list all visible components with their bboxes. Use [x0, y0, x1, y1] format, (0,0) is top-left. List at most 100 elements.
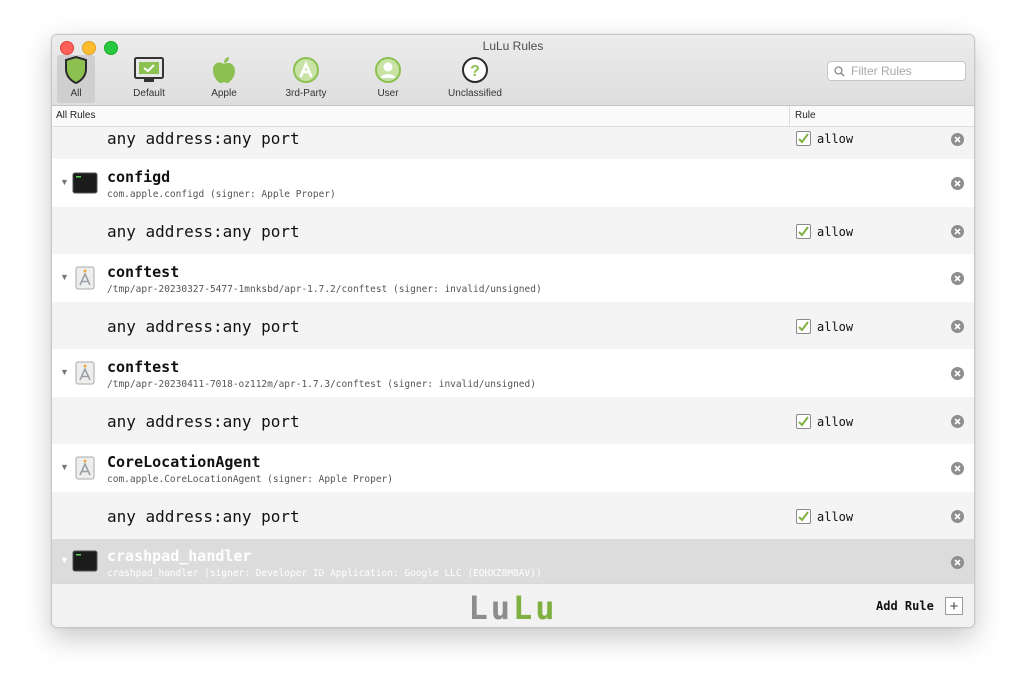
allow-checkbox[interactable]: [796, 131, 811, 146]
allow-checkbox[interactable]: [796, 509, 811, 524]
close-icon: [954, 275, 961, 282]
close-icon: [954, 180, 961, 187]
app-store-icon: [292, 55, 320, 85]
toolbar-default-button[interactable]: Default: [124, 55, 174, 103]
lulu-rules-window: LuLu Rules All Default Apple 3rd-Party U…: [51, 34, 975, 628]
delete-rule-button[interactable]: [951, 462, 964, 475]
allow-label: allow: [817, 414, 854, 429]
delete-rule-button[interactable]: [951, 320, 964, 333]
close-icon: [954, 465, 961, 472]
rule-endpoint: any address:any port: [107, 222, 300, 241]
allow-checkbox[interactable]: [796, 414, 811, 429]
close-icon: [954, 513, 961, 520]
generic-app-icon: [72, 265, 98, 291]
filter-rules-input[interactable]: [849, 63, 963, 79]
add-rule-button[interactable]: +: [945, 597, 963, 615]
disclosure-triangle-icon[interactable]: ▼: [60, 272, 69, 282]
checkmark-icon: [798, 133, 809, 144]
user-icon: [374, 55, 402, 85]
allow-checkbox[interactable]: [796, 224, 811, 239]
allow-action[interactable]: allow: [796, 131, 853, 146]
logo-part-gray: Lu: [468, 589, 513, 627]
app-row[interactable]: ▼ CoreLocationAgent com.apple.CoreLocati…: [52, 444, 974, 492]
app-path: com.apple.configd (signer: Apple Proper): [107, 189, 336, 200]
rule-row[interactable]: any address:any port allow: [52, 492, 974, 539]
app-name: conftest: [107, 263, 180, 281]
apple-icon: [210, 55, 238, 85]
app-row[interactable]: ▼ configd com.apple.configd (signer: App…: [52, 159, 974, 207]
shield-icon: [64, 55, 88, 85]
toolbar-user-button[interactable]: User: [368, 55, 408, 103]
search-icon: [834, 65, 845, 77]
app-name: crashpad_handler: [107, 547, 252, 565]
delete-rule-button[interactable]: [951, 272, 964, 285]
close-icon: [954, 228, 961, 235]
footer-bar: LuLu Add Rule +: [52, 583, 974, 627]
app-row-selected[interactable]: ▼ crashpad_handler crashpad_handler (sig…: [52, 539, 974, 583]
delete-rule-button[interactable]: [951, 225, 964, 238]
generic-app-icon: [72, 360, 98, 386]
app-row[interactable]: ▼ conftest /tmp/apr-20230327-5477-1mnksb…: [52, 254, 974, 302]
terminal-icon: [72, 170, 98, 196]
disclosure-triangle-icon[interactable]: ▼: [60, 462, 69, 472]
rule-column-header[interactable]: Rule: [795, 110, 816, 121]
toolbar-all-label: All: [70, 88, 82, 99]
allow-checkbox[interactable]: [796, 319, 811, 334]
allow-label: allow: [817, 319, 854, 334]
rule-row[interactable]: any address:any port allow: [52, 207, 974, 254]
allow-label: allow: [817, 224, 854, 239]
filter-rules-search[interactable]: [827, 61, 966, 81]
app-path: /tmp/apr-20230327-5477-1mnksbd/apr-1.7.2…: [107, 284, 542, 295]
rule-endpoint: any address:any port: [107, 317, 300, 336]
generic-app-icon: [72, 455, 98, 481]
toolbar-unclassified-label: Unclassified: [448, 88, 502, 99]
close-icon: [954, 370, 961, 377]
disclosure-triangle-icon[interactable]: ▼: [60, 555, 69, 565]
toolbar-apple-button[interactable]: Apple: [202, 55, 246, 103]
app-row[interactable]: ▼ conftest /tmp/apr-20230411-7018-oz112m…: [52, 349, 974, 397]
delete-rule-button[interactable]: [951, 367, 964, 380]
rule-row[interactable]: any address:any port allow: [52, 127, 974, 159]
allow-action[interactable]: allow: [796, 509, 853, 524]
toolbar-unclassified-button[interactable]: ? Unclassified: [442, 55, 508, 103]
delete-rule-button[interactable]: [951, 556, 964, 569]
rule-endpoint: any address:any port: [107, 412, 300, 431]
rule-row[interactable]: any address:any port allow: [52, 397, 974, 444]
checkmark-icon: [798, 511, 809, 522]
app-path: com.apple.CoreLocationAgent (signer: App…: [107, 474, 393, 485]
rule-endpoint: any address:any port: [107, 507, 300, 526]
rule-endpoint: any address:any port: [107, 129, 300, 148]
toolbar-all-button[interactable]: All: [57, 55, 95, 103]
allow-action[interactable]: allow: [796, 414, 853, 429]
app-path: crashpad_handler (signer: Developer ID A…: [107, 568, 542, 579]
rule-row[interactable]: any address:any port allow: [52, 302, 974, 349]
toolbar-3rd-party-button[interactable]: 3rd-Party: [278, 55, 334, 103]
app-name: conftest: [107, 358, 180, 376]
close-icon: [954, 418, 961, 425]
allow-action[interactable]: allow: [796, 319, 853, 334]
close-icon: [954, 323, 961, 330]
toolbar-default-label: Default: [133, 88, 165, 99]
delete-rule-button[interactable]: [951, 510, 964, 523]
allow-action[interactable]: allow: [796, 224, 853, 239]
toolbar-3rd-party-label: 3rd-Party: [285, 88, 327, 99]
allow-label: allow: [817, 131, 854, 146]
toolbar-apple-label: Apple: [211, 88, 237, 99]
question-icon: ?: [461, 55, 489, 85]
delete-rule-button[interactable]: [951, 133, 964, 146]
disclosure-triangle-icon[interactable]: ▼: [60, 367, 69, 377]
close-icon: [954, 136, 961, 143]
disclosure-triangle-icon[interactable]: ▼: [60, 177, 69, 187]
close-icon: [954, 559, 961, 566]
lulu-logo: LuLu: [52, 589, 974, 627]
title-bar: LuLu Rules All Default Apple 3rd-Party U…: [52, 35, 974, 106]
logo-part-green: Lu: [513, 589, 558, 627]
svg-text:?: ?: [470, 63, 480, 80]
table-header: All Rules Rule: [52, 106, 974, 127]
delete-rule-button[interactable]: [951, 415, 964, 428]
monitor-icon: [133, 55, 165, 85]
delete-rule-button[interactable]: [951, 177, 964, 190]
app-path: /tmp/apr-20230411-7018-oz112m/apr-1.7.3/…: [107, 379, 536, 390]
add-rule-label[interactable]: Add Rule: [876, 599, 934, 613]
all-rules-column-header[interactable]: All Rules: [56, 110, 95, 121]
